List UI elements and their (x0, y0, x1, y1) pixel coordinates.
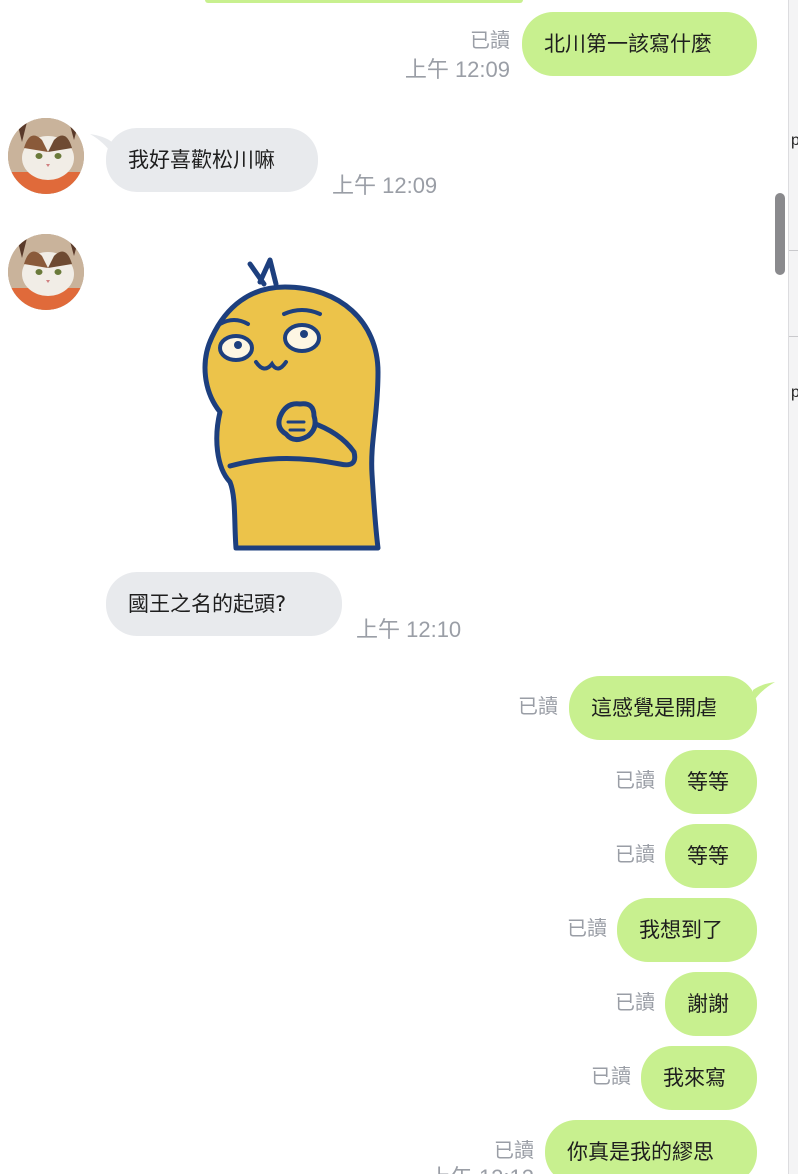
message-text: 你真是我的繆思 (567, 1140, 714, 1164)
read-receipt: 已讀 (615, 770, 655, 792)
background-text: p (791, 132, 798, 149)
message-bubble-outgoing[interactable]: 我想到了 (617, 898, 757, 962)
message-text: 我好喜歡松川嘛 (128, 148, 275, 172)
message-time: 上午 12:10 (356, 617, 462, 642)
message-text: 我來寫 (663, 1066, 726, 1090)
cat-avatar[interactable] (8, 234, 84, 310)
background-window-edge: p p (788, 0, 798, 1174)
read-receipt: 已讀 (470, 30, 510, 52)
message-text: 我想到了 (639, 918, 723, 942)
background-text: p (791, 384, 798, 401)
chat-area[interactable]: 已讀 上午 12:09 北川第一該寫什麼 我好喜歡松川嘛 上午 12:09 國王… (0, 0, 788, 1174)
message-text: 等等 (687, 844, 729, 868)
read-receipt: 已讀 (615, 992, 655, 1014)
read-receipt: 已讀 (591, 1066, 631, 1088)
read-receipt: 已讀 (494, 1140, 534, 1162)
divider (789, 250, 798, 251)
message-text: 國王之名的起頭? (128, 592, 287, 616)
message-bubble-outgoing[interactable]: 等等 (665, 750, 757, 814)
message-bubble-incoming[interactable]: 我好喜歡松川嘛 (106, 128, 318, 192)
message-bubble-outgoing[interactable]: 我來寫 (641, 1046, 757, 1110)
read-receipt: 已讀 (615, 844, 655, 866)
scrollbar-thumb[interactable] (775, 193, 785, 275)
message-text: 北川第一該寫什麼 (544, 32, 712, 56)
message-time: 上午 12:09 (404, 57, 510, 82)
message-bubble-outgoing[interactable]: 這感覺是開虐 (569, 676, 757, 740)
previous-bubble-edge (205, 0, 523, 3)
message-text: 謝謝 (687, 992, 729, 1016)
bubble-tail-icon (753, 682, 775, 702)
read-receipt: 已讀 (518, 696, 558, 718)
message-bubble-outgoing[interactable]: 北川第一該寫什麼 (522, 12, 757, 76)
read-receipt: 已讀 (567, 918, 607, 940)
message-bubble-outgoing[interactable]: 你真是我的繆思 (545, 1120, 757, 1174)
message-time: 上午 12:12 (400, 1160, 534, 1174)
message-bubble-outgoing[interactable]: 等等 (665, 824, 757, 888)
divider (789, 336, 798, 337)
message-text: 等等 (687, 770, 729, 794)
cat-avatar[interactable] (8, 118, 84, 194)
message-text: 這感覺是開虐 (591, 696, 717, 720)
yellow-character-sticker[interactable] (190, 252, 390, 552)
message-time: 上午 12:09 (332, 173, 438, 198)
message-bubble-outgoing[interactable]: 謝謝 (665, 972, 757, 1036)
message-bubble-incoming[interactable]: 國王之名的起頭? (106, 572, 342, 636)
